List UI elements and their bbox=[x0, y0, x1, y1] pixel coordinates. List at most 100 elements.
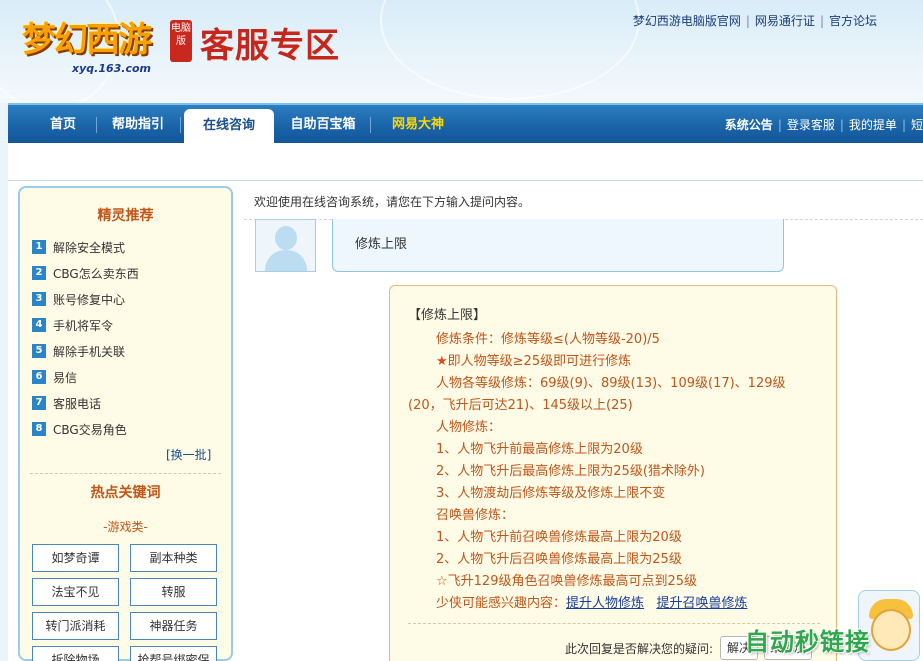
nav-divider bbox=[96, 117, 97, 133]
list-item[interactable]: 8 CBG交易角色 bbox=[32, 416, 222, 442]
item-label: 客服电话 bbox=[53, 396, 102, 411]
separator: | bbox=[839, 118, 844, 132]
top-link-official-site[interactable]: 梦幻西游电脑版官网 bbox=[633, 14, 741, 28]
sidebar: 精灵推荐 1 解除安全模式 2 CBG怎么卖东西 3 账号修复中心 4 手机将军令 5解… bbox=[18, 186, 233, 661]
item-number: 8 bbox=[32, 422, 46, 436]
separator: | bbox=[819, 14, 824, 28]
item-label: 易信 bbox=[53, 370, 78, 385]
recommend-list: 1 解除安全模式 2 CBG怎么卖东西 3 账号修复中心 4 手机将军令 5 解除手机关联… bbox=[32, 234, 222, 442]
logo-text: 梦幻西游 bbox=[22, 20, 152, 60]
item-label: CBG怎么卖东西 bbox=[53, 266, 139, 281]
mascot-face-icon bbox=[871, 609, 911, 651]
item-number: 6 bbox=[32, 370, 46, 384]
keyword-button[interactable]: 如梦奇谭 bbox=[32, 544, 119, 572]
hot-keywords-title: 热点关键词 bbox=[90, 485, 161, 501]
list-item[interactable]: 1 解除安全模式 bbox=[32, 234, 222, 260]
item-label: 账号修复中心 bbox=[53, 292, 126, 307]
top-link-forum[interactable]: 官方论坛 bbox=[829, 14, 877, 28]
separator: | bbox=[901, 118, 906, 132]
item-number: 7 bbox=[32, 396, 46, 410]
keyword-button[interactable]: 转门派消耗 bbox=[32, 612, 119, 640]
game-logo[interactable]: 梦幻西游 电脑版 xyq.163.com bbox=[14, 6, 194, 76]
related-link-pet-cultivation[interactable]: 提升召唤兽修炼 bbox=[656, 596, 747, 611]
item-number: 4 bbox=[32, 318, 46, 332]
item-label: 解除手机关联 bbox=[53, 344, 126, 359]
top-links: 梦幻西游电脑版官网 | 网易通行证 | 官方论坛 bbox=[633, 12, 877, 29]
separator: | bbox=[745, 14, 750, 28]
avatar-body-icon bbox=[265, 250, 307, 271]
item-label: 解除安全模式 bbox=[53, 240, 126, 255]
answer-line: ☆飞升129级角色召唤兽修炼最高可点到25级 bbox=[436, 574, 698, 589]
answer-line: (20，飞升后可达21)、145级以上(25) bbox=[408, 398, 633, 413]
keyword-button[interactable]: 抢帮号绑密保 bbox=[130, 646, 217, 661]
logo-url: xyq.163.com bbox=[72, 62, 151, 75]
user-message-bubble: 修炼上限 bbox=[332, 219, 784, 272]
top-link-passport[interactable]: 网易通行证 bbox=[755, 14, 815, 28]
answer-line: 2、人物飞升后最高修炼上限为25级(猎术除外) bbox=[436, 464, 705, 479]
avatar-head-icon bbox=[275, 226, 297, 250]
list-item[interactable]: 3 账号修复中心 bbox=[32, 286, 222, 312]
user-avatar bbox=[255, 219, 316, 272]
answer-title: 【修炼上限】 bbox=[408, 308, 487, 323]
site-header: 梦幻西游 电脑版 xyq.163.com 客服专区 梦幻西游电脑版官网 | 网易通行… bbox=[0, 0, 923, 103]
keyword-button[interactable]: 神器任务 bbox=[130, 612, 217, 640]
category-label: -游戏类- bbox=[103, 520, 148, 534]
user-message-text: 修炼上限 bbox=[355, 237, 408, 252]
answer-line: 3、人物渡劫后修炼等级及修炼上限不变 bbox=[436, 486, 666, 501]
answer-line: 修炼条件：修炼等级≤(人物等级-20)/5 bbox=[436, 332, 660, 347]
nav-divider bbox=[180, 117, 181, 133]
watermark: 自动秒链接 bbox=[745, 628, 870, 656]
tab-netease-dashen[interactable]: 网易大神 bbox=[384, 105, 452, 143]
list-item[interactable]: 5 解除手机关联 bbox=[32, 338, 222, 364]
star-icon: ★ bbox=[436, 354, 448, 369]
tab-help-guide[interactable]: 帮助指引 bbox=[104, 105, 172, 143]
answer-line: 1、人物飞升前最高修炼上限为20级 bbox=[436, 442, 643, 457]
refresh-recommend-link[interactable]: [换一批] bbox=[166, 446, 211, 463]
answer-line: 召唤兽修炼： bbox=[436, 508, 515, 523]
item-number: 3 bbox=[32, 292, 46, 306]
keyword-button[interactable]: 法宝不见 bbox=[32, 578, 119, 606]
answer-line-text: 即人物等级≥25级即可进行修炼 bbox=[447, 354, 632, 369]
answer-bubble: 【修炼上限】 修炼条件：修炼等级≤(人物等级-20)/5 ★即人物等级≥25级即… bbox=[389, 285, 837, 661]
main-nav: 首页 帮助指引 在线咨询 自助百宝箱 网易大神 系统公告 | 登录客服 | 我的提单 | 短 bbox=[8, 103, 923, 145]
answer-line: 2、人物飞升后召唤兽修炼最高上限为25级 bbox=[436, 552, 682, 567]
page-title: 客服专区 bbox=[200, 26, 340, 66]
nav-link-login[interactable]: 登录客服 bbox=[787, 118, 835, 132]
logo-badge: 电脑版 bbox=[170, 20, 192, 62]
item-label: 手机将军令 bbox=[53, 318, 114, 333]
list-item[interactable]: 2 CBG怎么卖东西 bbox=[32, 260, 222, 286]
list-item[interactable]: 6 易信 bbox=[32, 364, 222, 390]
page-left-background bbox=[0, 103, 8, 661]
answer-line: 人物修炼： bbox=[436, 420, 502, 435]
keyword-button[interactable]: 转服 bbox=[130, 578, 217, 606]
related-link-character-cultivation[interactable]: 提升人物修炼 bbox=[566, 596, 644, 611]
list-item[interactable]: 7 客服电话 bbox=[32, 390, 222, 416]
tab-home[interactable]: 首页 bbox=[36, 105, 90, 143]
answer-line: 1、人物飞升前召唤兽修炼最高上限为20级 bbox=[436, 530, 682, 545]
nav-link-announcement[interactable]: 系统公告 bbox=[725, 118, 773, 132]
related-label: 少侠可能感兴趣内容： bbox=[436, 596, 567, 611]
decor-swirl bbox=[380, 0, 640, 100]
nav-divider bbox=[370, 117, 371, 133]
tab-online-consult[interactable]: 在线咨询 bbox=[184, 109, 274, 145]
recommend-title: 精灵推荐 bbox=[97, 208, 154, 224]
item-label: CBG交易角色 bbox=[53, 422, 127, 437]
answer-line: 人物各等级修炼：69级(9)、89级(13)、109级(17)、129级 bbox=[436, 376, 786, 391]
welcome-message: 欢迎使用在线咨询系统，请您在下方输入提问内容。 bbox=[254, 195, 531, 209]
keyword-button[interactable]: 拆除物场 bbox=[32, 646, 119, 661]
item-number: 1 bbox=[32, 240, 46, 254]
keyword-button[interactable]: 副本种类 bbox=[130, 544, 217, 572]
answer-line: ★即人物等级≥25级即可进行修炼 bbox=[436, 350, 631, 369]
related-content: 少侠可能感兴趣内容：提升人物修炼 提升召唤兽修炼 bbox=[436, 592, 747, 611]
nav-right-links: 系统公告 | 登录客服 | 我的提单 | 短 bbox=[725, 105, 923, 143]
nav-link-my-tickets[interactable]: 我的提单 bbox=[849, 118, 897, 132]
separator: | bbox=[777, 118, 782, 132]
nav-link-sms[interactable]: 短 bbox=[911, 118, 923, 132]
list-item[interactable]: 4 手机将军令 bbox=[32, 312, 222, 338]
item-number: 5 bbox=[32, 344, 46, 358]
sub-toolbar bbox=[8, 143, 923, 181]
divider bbox=[30, 473, 221, 474]
feedback-question: 此次回复是否解决您的疑问: bbox=[565, 642, 714, 656]
tab-self-service-box[interactable]: 自助百宝箱 bbox=[284, 105, 362, 143]
item-number: 2 bbox=[32, 266, 46, 280]
